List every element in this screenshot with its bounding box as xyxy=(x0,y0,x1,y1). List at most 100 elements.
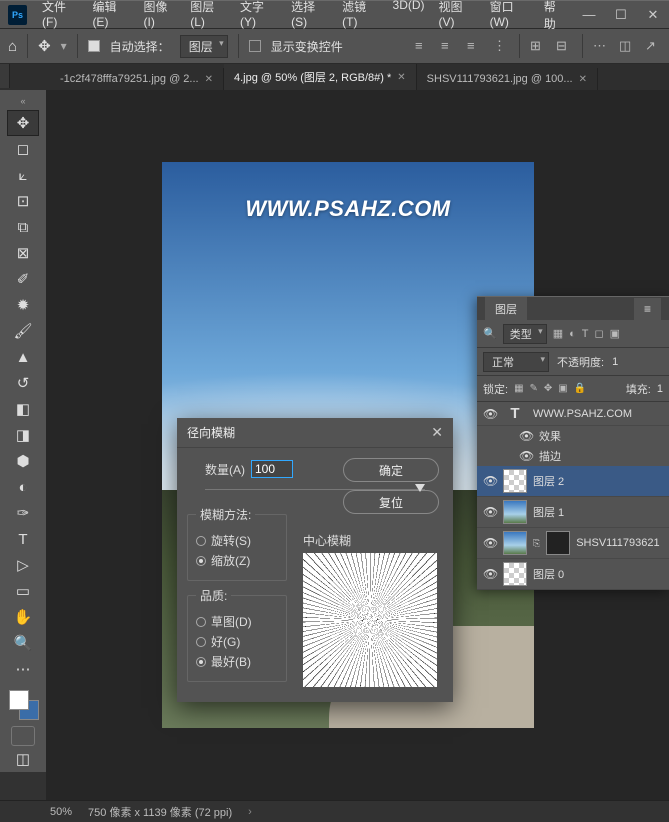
menu-file[interactable]: 文件(F) xyxy=(35,0,85,32)
dialog-close-button[interactable]: ✕ xyxy=(431,424,443,441)
layer-name[interactable]: 图层 1 xyxy=(533,504,663,520)
layer-thumbnail[interactable] xyxy=(503,469,527,493)
layer-thumbnail[interactable] xyxy=(503,562,527,586)
eraser-tool[interactable]: ◧ xyxy=(7,396,39,422)
layer-name[interactable]: SHSV111793621 xyxy=(576,537,663,549)
filter-type-icon[interactable]: T xyxy=(582,328,589,340)
frame-tool[interactable]: ⊠ xyxy=(7,240,39,266)
brush-tool[interactable]: 🖌 xyxy=(7,318,39,344)
visibility-icon[interactable]: 👁 xyxy=(483,474,497,488)
doc-tab-3[interactable]: SHSV111793621.jpg @ 100...✕ xyxy=(417,68,598,90)
visibility-icon[interactable]: 👁 xyxy=(483,567,497,581)
maximize-button[interactable]: ☐ xyxy=(605,1,637,29)
distribute-icon-2[interactable]: ⊞ xyxy=(530,38,546,54)
layer-name[interactable]: 图层 2 xyxy=(533,473,663,489)
type-tool[interactable]: T xyxy=(7,526,39,552)
marquee-tool[interactable]: ◻ xyxy=(7,136,39,162)
panel-menu-icon[interactable]: ≡ xyxy=(634,298,661,320)
quality-best-radio[interactable]: 最好(B) xyxy=(196,653,278,670)
lock-pixels-icon[interactable]: ▦ xyxy=(514,383,523,394)
menu-edit[interactable]: 编辑(E) xyxy=(85,0,136,32)
menu-filter[interactable]: 滤镜(T) xyxy=(335,0,385,32)
move-tool[interactable]: ✥ xyxy=(7,110,39,136)
fill-value[interactable]: 1 xyxy=(657,383,663,395)
lock-position-icon[interactable]: ✥ xyxy=(544,383,552,394)
menu-image[interactable]: 图像(I) xyxy=(136,0,183,32)
dialog-titlebar[interactable]: 径向模糊 ✕ xyxy=(177,418,453,448)
link-icon[interactable]: ⎘ xyxy=(533,538,540,549)
lock-artboard-icon[interactable]: ▣ xyxy=(558,383,567,394)
path-tool[interactable]: ▷ xyxy=(7,552,39,578)
panel-collapse-strip[interactable] xyxy=(0,64,10,88)
shape-tool[interactable]: ▭ xyxy=(7,578,39,604)
lock-all-icon[interactable]: 🔒 xyxy=(574,383,586,394)
layer-2[interactable]: 👁 图层 2 xyxy=(477,466,669,497)
autoselect-dropdown[interactable]: 图层 xyxy=(180,35,228,58)
filter-pixel-icon[interactable]: ▦ xyxy=(553,327,563,340)
visibility-icon[interactable]: 👁 xyxy=(519,449,533,463)
visibility-icon[interactable]: 👁 xyxy=(483,505,497,519)
distribute-icon[interactable]: ⋮ xyxy=(493,38,509,54)
quality-draft-radio[interactable]: 草图(D) xyxy=(196,613,278,630)
screenmode-button[interactable]: ◫ xyxy=(7,746,39,772)
history-brush-tool[interactable]: ↺ xyxy=(7,370,39,396)
distribute-icon-3[interactable]: ⊟ xyxy=(556,38,572,54)
menu-help[interactable]: 帮助 xyxy=(537,0,573,32)
doc-tab-1[interactable]: -1c2f478fffa79251.jpg @ 2...✕ xyxy=(50,68,224,90)
filter-kind-dropdown[interactable]: 类型 xyxy=(503,324,547,344)
menu-window[interactable]: 窗口(W) xyxy=(483,0,537,32)
visibility-icon[interactable]: 👁 xyxy=(483,407,497,421)
3d-icon[interactable]: ◫ xyxy=(619,38,635,54)
layer-name[interactable]: 图层 0 xyxy=(533,566,663,582)
blend-mode-dropdown[interactable]: 正常 xyxy=(483,352,549,372)
more-icon[interactable]: ⋯ xyxy=(593,38,609,54)
menu-type[interactable]: 文字(Y) xyxy=(233,0,284,32)
stamp-tool[interactable]: ▲ xyxy=(7,344,39,370)
gradient-tool[interactable]: ◨ xyxy=(7,422,39,448)
autoselect-checkbox[interactable] xyxy=(88,40,100,52)
lasso-tool[interactable]: ⟀ xyxy=(7,162,39,188)
transform-checkbox[interactable] xyxy=(249,40,261,52)
layer-smart[interactable]: 👁 ⎘ SHSV111793621 xyxy=(477,528,669,559)
method-zoom-radio[interactable]: 缩放(Z) xyxy=(196,552,278,569)
align-icon[interactable]: ≡ xyxy=(415,38,431,54)
pen-tool[interactable]: ✑ xyxy=(7,500,39,526)
menu-select[interactable]: 选择(S) xyxy=(284,0,335,32)
close-icon[interactable]: ✕ xyxy=(397,72,405,83)
collapse-icon[interactable]: « xyxy=(20,96,25,110)
close-button[interactable]: ✕ xyxy=(637,1,669,29)
quality-good-radio[interactable]: 好(G) xyxy=(196,633,278,650)
close-icon[interactable]: ✕ xyxy=(579,74,587,85)
layer-effect-stroke[interactable]: 👁 描边 xyxy=(477,446,669,466)
align-icon-2[interactable]: ≡ xyxy=(441,38,457,54)
filter-shape-icon[interactable]: ◻ xyxy=(595,327,604,340)
menu-layer[interactable]: 图层(L) xyxy=(183,0,233,32)
preview-image[interactable] xyxy=(303,553,437,687)
crop-tool[interactable]: ⧉ xyxy=(7,214,39,240)
filter-adjust-icon[interactable]: ◐ xyxy=(569,328,576,340)
fg-color[interactable] xyxy=(9,690,29,710)
layer-mask-thumbnail[interactable] xyxy=(546,531,570,555)
color-swatch[interactable] xyxy=(7,688,39,720)
layer-name[interactable]: WWW.PSAHZ.COM xyxy=(533,408,663,420)
chevron-right-icon[interactable]: › xyxy=(248,806,252,818)
align-icon-3[interactable]: ≡ xyxy=(467,38,483,54)
doc-tab-2[interactable]: 4.jpg @ 50% (图层 2, RGB/8#) *✕ xyxy=(224,64,417,90)
layer-text[interactable]: 👁 T WWW.PSAHZ.COM xyxy=(477,402,669,426)
healing-tool[interactable]: ✹ xyxy=(7,292,39,318)
quickselect-tool[interactable]: ⊡ xyxy=(7,188,39,214)
ok-button[interactable]: 确定 xyxy=(343,458,439,482)
search-icon[interactable]: 🔍 xyxy=(483,327,497,340)
doc-info[interactable]: 750 像素 x 1139 像素 (72 ppi) xyxy=(88,804,232,820)
opacity-value[interactable]: 1 xyxy=(612,356,618,368)
layer-1[interactable]: 👁 图层 1 xyxy=(477,497,669,528)
layer-thumbnail[interactable] xyxy=(503,500,527,524)
eyedropper-tool[interactable]: ✐ xyxy=(7,266,39,292)
layer-thumbnail[interactable] xyxy=(503,531,527,555)
minimize-button[interactable]: — xyxy=(573,1,605,29)
amount-input[interactable] xyxy=(251,460,293,478)
menu-view[interactable]: 视图(V) xyxy=(432,0,483,32)
method-spin-radio[interactable]: 旋转(S) xyxy=(196,532,278,549)
quickmask-button[interactable] xyxy=(11,726,35,746)
blur-tool[interactable]: ⬢ xyxy=(7,448,39,474)
